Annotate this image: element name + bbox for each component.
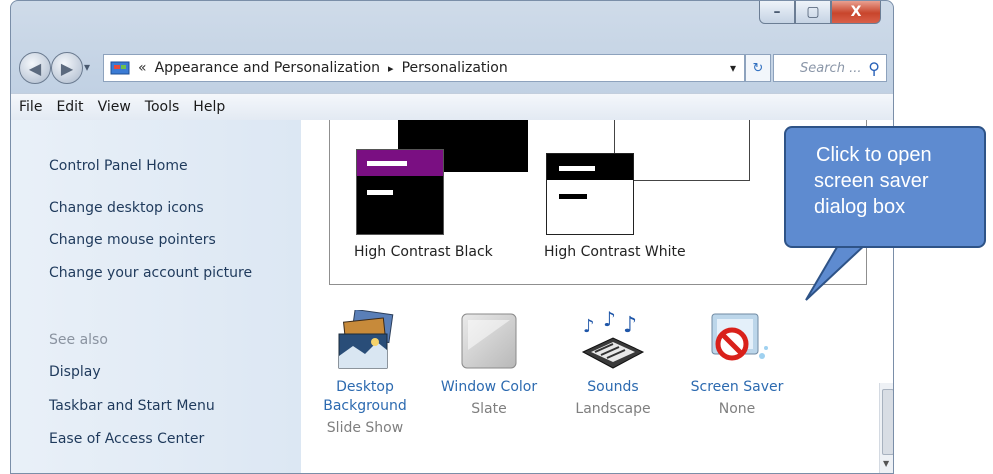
scrollbar-thumb[interactable] [882,389,893,455]
change-account-picture-link[interactable]: Change your account picture [49,265,252,281]
refresh-icon: ↻ [752,60,764,76]
svg-text:♪: ♪ [623,313,637,338]
control-panel-icon [110,61,130,75]
svg-text:♪: ♪ [583,316,595,337]
menu-view[interactable]: View [98,99,131,115]
change-mouse-pointers-link[interactable]: Change mouse pointers [49,232,216,248]
callout-line: Click to open [816,144,932,166]
theme-preview-window [356,149,444,235]
navigation-bar: ◀ ▶ ▾ « Appearance and Personalization ▸… [11,45,893,91]
callout-line: dialog box [814,196,906,218]
sounds-icon: ♪ ♪ ♪ [581,310,645,369]
control-panel-home-link[interactable]: Control Panel Home [49,158,188,174]
minimize-button[interactable]: – [759,1,795,24]
search-icon[interactable]: ⚲ [868,59,880,78]
refresh-button[interactable]: ↻ [745,54,771,82]
menu-help[interactable]: Help [193,99,225,115]
back-button[interactable]: ◀ [19,52,51,84]
desktop-background-icon [338,310,394,369]
maximize-button[interactable]: ▢ [795,1,831,24]
window-color-icon [461,313,517,369]
menu-file[interactable]: File [19,99,42,115]
breadcrumb-separator-icon[interactable]: ▸ [388,62,394,75]
forward-arrow-icon: ▶ [60,58,74,78]
setting-title[interactable]: Background [295,397,435,416]
back-arrow-icon: ◀ [28,58,42,78]
address-dropdown-icon[interactable]: ▾ [730,61,736,75]
svg-text:♪: ♪ [603,310,616,331]
taskbar-start-menu-link[interactable]: Taskbar and Start Menu [49,398,215,414]
menu-bar: File Edit View Tools Help [11,93,893,121]
text-line [367,190,393,195]
menu-tools[interactable]: Tools [145,99,180,115]
search-box[interactable]: Search ... ⚲ [773,54,887,82]
theme-name-label: High Contrast Black [354,244,493,260]
display-link[interactable]: Display [49,364,101,380]
text-line [367,161,407,166]
theme-name-label: High Contrast White [544,244,686,260]
setting-value: None [718,401,756,417]
setting-value: Slate [471,401,507,417]
title-bar: – ▢ X [11,1,893,41]
window-color-setting[interactable]: Window Color Slate [419,310,559,417]
setting-title[interactable]: Screen Saver [667,378,807,397]
forward-button[interactable]: ▶ [51,52,83,84]
recent-pages-dropdown[interactable]: ▾ [84,60,90,74]
theme-preview-window [546,153,634,235]
text-line [559,166,595,171]
desktop-background-setting[interactable]: Desktop Background Slide Show [295,310,435,436]
setting-title[interactable]: Window Color [419,378,559,397]
setting-value: Slide Show [326,420,404,436]
breadcrumb-personalization[interactable]: Personalization [402,60,508,76]
task-pane: Control Panel Home Change desktop icons … [11,120,301,473]
address-field[interactable]: « Appearance and Personalization ▸ Perso… [103,54,745,82]
callout-line: screen saver [814,170,929,192]
ease-of-access-link[interactable]: Ease of Access Center [49,431,204,447]
search-input[interactable]: Search ... [800,61,861,76]
setting-value: Landscape [575,401,651,417]
window-controls: – ▢ X [759,1,881,24]
change-desktop-icons-link[interactable]: Change desktop icons [49,200,204,216]
theme-preview-backdrop [614,120,750,181]
close-button[interactable]: X [831,1,881,24]
vertical-scrollbar[interactable]: ▼ [879,383,893,473]
sounds-setting[interactable]: ♪ ♪ ♪ Sounds Landscape [543,310,683,417]
scroll-down-icon[interactable]: ▼ [883,459,889,468]
path-overflow-chevron[interactable]: « [138,60,147,76]
screen-saver-setting[interactable]: Screen Saver None [667,310,807,417]
text-line [559,194,587,199]
breadcrumb-appearance[interactable]: Appearance and Personalization [155,60,380,76]
screen-saver-icon [711,313,768,361]
setting-title[interactable]: Sounds [543,378,683,397]
explorer-window: – ▢ X ◀ ▶ ▾ « Appearance and Personaliza… [10,0,894,474]
menu-edit[interactable]: Edit [56,99,83,115]
callout-annotation: Click to open screen saver dialog box [784,126,986,248]
setting-title[interactable]: Desktop [295,378,435,397]
see-also-heading: See also [49,332,108,348]
